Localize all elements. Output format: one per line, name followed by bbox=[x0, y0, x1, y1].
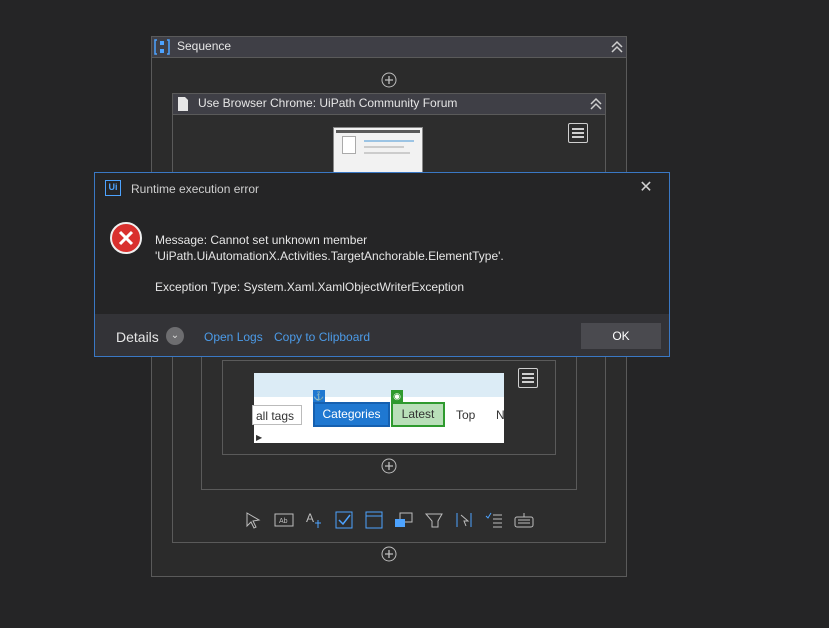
highlight-icon[interactable] bbox=[424, 511, 444, 529]
select-item-icon[interactable] bbox=[364, 511, 384, 529]
svg-text:Ab: Ab bbox=[279, 518, 288, 525]
activity-toolbar: Ab A bbox=[244, 510, 534, 530]
browser-thumbnail bbox=[333, 127, 423, 173]
copy-to-clipboard-link[interactable]: Copy to Clipboard bbox=[274, 330, 370, 344]
type-into-icon[interactable]: Ab bbox=[274, 511, 294, 529]
check-icon[interactable] bbox=[334, 511, 354, 529]
browser-file-icon bbox=[178, 97, 188, 111]
target-icon: ◉ bbox=[391, 390, 403, 402]
extract-data-icon[interactable] bbox=[484, 511, 504, 529]
keyboard-icon[interactable] bbox=[514, 511, 534, 529]
ok-button[interactable]: OK bbox=[581, 323, 661, 349]
use-browser-title: Use Browser Chrome: UiPath Community For… bbox=[198, 96, 458, 110]
top-tab-label: Top bbox=[456, 408, 476, 422]
collapse-icon[interactable] bbox=[589, 97, 603, 111]
chevron-down-icon[interactable]: ⌄ bbox=[166, 327, 184, 345]
categories-target: Categories bbox=[313, 402, 390, 427]
hamburger-menu-icon[interactable] bbox=[518, 368, 538, 388]
click-icon[interactable] bbox=[244, 511, 264, 529]
get-text-icon[interactable]: A bbox=[304, 511, 324, 529]
error-message-line1: Message: Cannot set unknown member bbox=[155, 233, 368, 247]
svg-text:A: A bbox=[306, 511, 314, 525]
dialog-title: Runtime execution error bbox=[131, 182, 260, 196]
latest-anchor: Latest bbox=[391, 402, 445, 427]
sequence-icon bbox=[154, 39, 170, 55]
details-label[interactable]: Details bbox=[116, 329, 159, 345]
anchor-icon: ⚓ bbox=[313, 390, 325, 402]
error-message: Message: Cannot set unknown member 'UiPa… bbox=[155, 232, 504, 264]
error-icon bbox=[110, 222, 142, 254]
exception-type: Exception Type: System.Xaml.XamlObjectWr… bbox=[155, 280, 465, 294]
find-element-icon[interactable] bbox=[454, 511, 474, 529]
error-message-line2: 'UiPath.UiAutomationX.Activities.TargetA… bbox=[155, 249, 504, 263]
new-tab-label: N bbox=[496, 408, 505, 422]
add-activity-icon[interactable] bbox=[381, 458, 397, 474]
all-tags-dropdown: all tags ▶ bbox=[252, 405, 302, 442]
screenshot-header-band bbox=[254, 373, 504, 397]
add-activity-icon[interactable] bbox=[381, 72, 397, 88]
hover-icon[interactable] bbox=[394, 511, 414, 529]
collapse-icon[interactable] bbox=[610, 40, 624, 54]
add-activity-icon[interactable] bbox=[381, 546, 397, 562]
uipath-logo-icon: Ui bbox=[105, 180, 121, 196]
open-logs-link[interactable]: Open Logs bbox=[204, 330, 263, 344]
sequence-title: Sequence bbox=[177, 39, 232, 53]
close-icon[interactable]: ✕ bbox=[638, 180, 654, 196]
hamburger-menu-icon[interactable] bbox=[568, 123, 588, 143]
